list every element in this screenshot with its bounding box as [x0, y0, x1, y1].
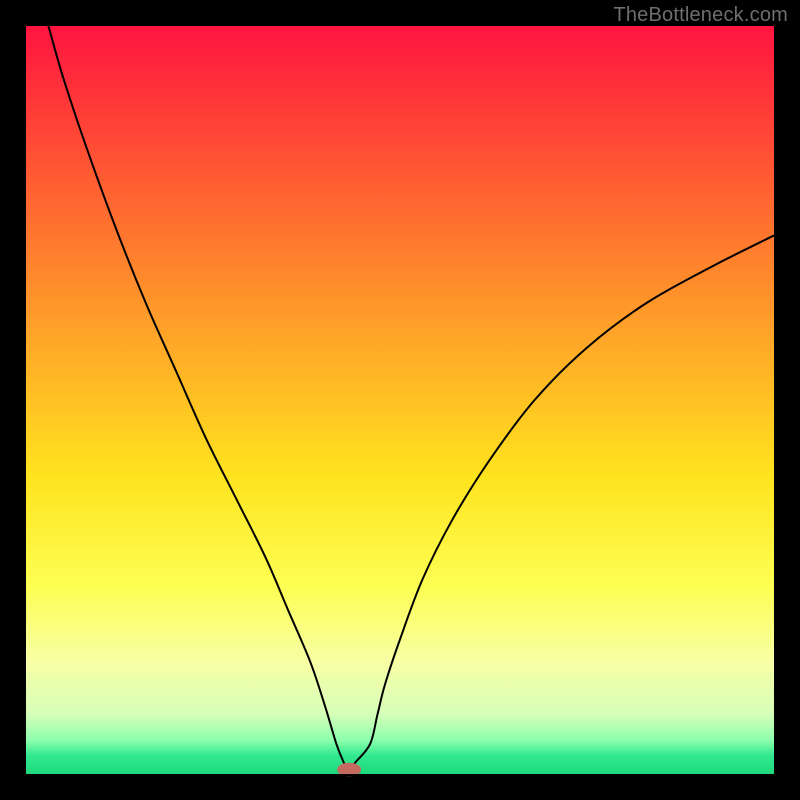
chart-svg [0, 0, 800, 800]
plot-area [25, 25, 775, 776]
chart-container: TheBottleneck.com [0, 0, 800, 800]
plot-background [26, 26, 774, 774]
watermark-text: TheBottleneck.com [613, 4, 788, 27]
